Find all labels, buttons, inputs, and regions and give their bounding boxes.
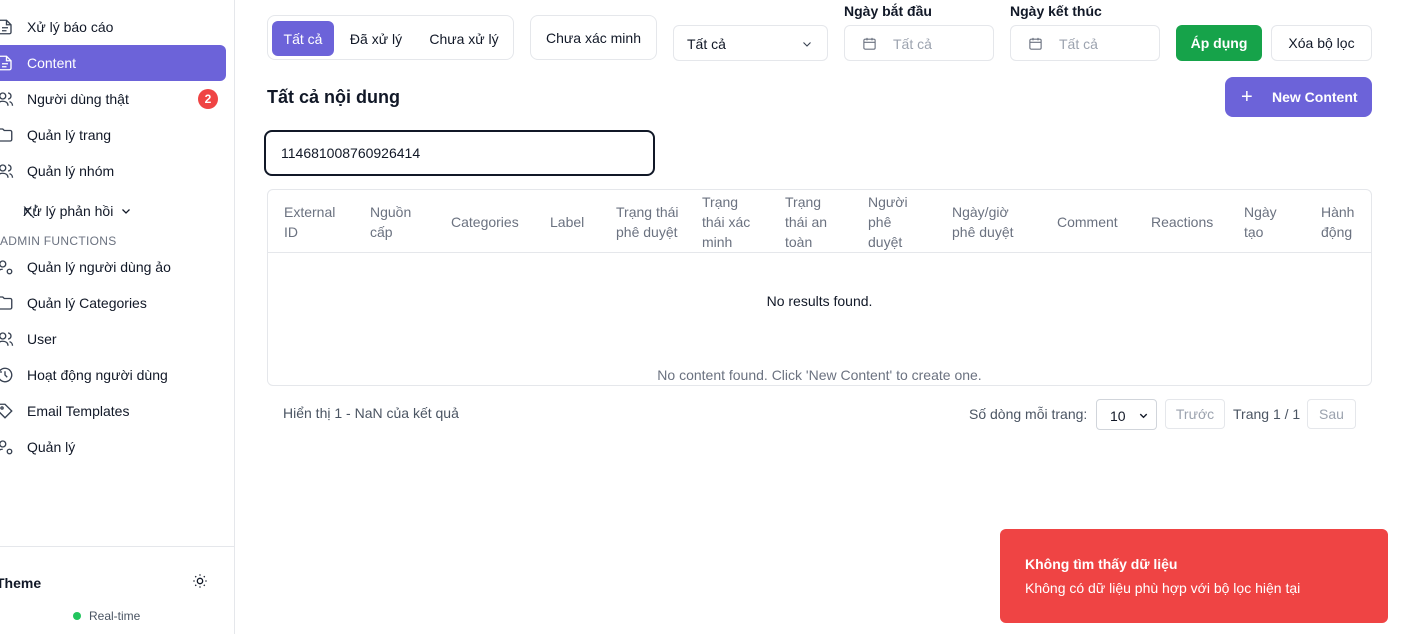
next-page-button[interactable]: Sau: [1307, 399, 1356, 429]
column-header[interactable]: Ngày/giờ phê duyệt: [952, 190, 1032, 253]
column-header[interactable]: Ngày tạo: [1244, 190, 1284, 253]
chevron-down-icon: [1139, 413, 1148, 419]
category-select[interactable]: Tất cả: [673, 25, 828, 61]
sidebar-item-label: User: [27, 331, 57, 347]
tag-icon: [0, 403, 13, 419]
users-icon: [0, 164, 14, 178]
sidebar-item-label: Content: [27, 55, 77, 71]
toast-title: Không tìm thấy dữ liệu: [1025, 556, 1178, 572]
sidebar-item-content[interactable]: Content: [0, 45, 226, 81]
rows-per-page-value: 10: [1110, 408, 1126, 424]
chevron-down-icon: [803, 42, 811, 47]
folder-icon: [0, 296, 13, 310]
sidebar-item-user-activity[interactable]: Hoạt động người dùng: [0, 357, 226, 393]
sidebar: Xử lý báo cáo Content Người dùng thật 2 …: [0, 0, 235, 634]
tab-processed[interactable]: Đã xử lý: [340, 21, 412, 56]
start-date-input[interactable]: Tất cả: [844, 25, 994, 61]
column-header[interactable]: Người phê duyệt: [868, 190, 920, 253]
theme-label: Theme: [0, 575, 42, 591]
sidebar-item-feedback[interactable]: Xử lý phản hồi: [0, 193, 226, 229]
content-table: External ID Nguồn cấp Categories Label T…: [267, 189, 1372, 386]
sidebar-item-label: Quản lý nhóm: [27, 163, 115, 179]
plus-icon: +: [1241, 86, 1253, 108]
sidebar-item-categories[interactable]: Quản lý Categories: [0, 285, 226, 321]
sidebar-item-groups[interactable]: Quản lý nhóm: [0, 153, 226, 189]
user-cog-icon: [0, 260, 13, 275]
sidebar-item-label: Xử lý báo cáo: [27, 19, 114, 35]
results-summary: Hiển thị 1 - NaN của kết quả: [283, 405, 459, 421]
column-header[interactable]: Categories: [451, 190, 526, 253]
report-icon: [0, 19, 12, 35]
sidebar-item-email-templates[interactable]: Email Templates: [0, 393, 226, 429]
sidebar-item-manage[interactable]: Quản lý: [0, 429, 226, 465]
sidebar-item-label: Email Templates: [27, 403, 130, 419]
sidebar-item-label: Quản lý Categories: [27, 295, 147, 311]
select-value: Tất cả: [687, 36, 726, 52]
end-date-placeholder: Tất cả: [1059, 36, 1098, 52]
realtime-label: Real-time: [89, 609, 141, 623]
folder-icon: [0, 128, 13, 142]
start-date-label: Ngày bắt đầu: [844, 3, 932, 19]
error-toast[interactable]: Không tìm thấy dữ liệu Không có dữ liệu …: [1000, 529, 1388, 623]
column-header[interactable]: Trạng thái an toàn: [785, 190, 845, 253]
chevron-down-icon[interactable]: [120, 205, 132, 217]
user-cog-icon: [0, 440, 13, 455]
sidebar-footer: Theme Real-time: [0, 546, 235, 634]
column-header[interactable]: Trạng thái phê duyệt: [616, 190, 682, 253]
sidebar-item-label: Hoạt động người dùng: [27, 367, 168, 383]
rows-per-page-select[interactable]: 10: [1096, 399, 1157, 430]
clear-filters-button[interactable]: Xóa bộ lọc: [1271, 25, 1372, 61]
section-label: ADMIN FUNCTIONS: [0, 234, 117, 248]
sidebar-item-label: Người dùng thật: [27, 91, 129, 107]
page-indicator: Trang 1 / 1: [1233, 406, 1301, 422]
tab-all[interactable]: Tất cả: [272, 21, 334, 56]
unverified-filter-button[interactable]: Chưa xác minh: [530, 15, 657, 60]
apply-button[interactable]: Áp dụng: [1176, 25, 1262, 61]
sidebar-item-real-users[interactable]: Người dùng thật 2: [0, 81, 226, 117]
sun-icon[interactable]: [192, 573, 208, 589]
sidebar-item-label: Xử lý phản hồi: [23, 203, 114, 219]
column-header[interactable]: Comment: [1057, 190, 1127, 253]
realtime-status-dot: [73, 612, 81, 620]
page-title: Tất cả nội dung: [267, 87, 400, 107]
document-icon: [0, 55, 12, 71]
rows-per-page-label: Số dòng mỗi trang:: [969, 406, 1088, 422]
search-input[interactable]: [264, 130, 655, 176]
sidebar-item-user[interactable]: User: [0, 321, 226, 357]
calendar-icon: [863, 37, 876, 50]
column-header[interactable]: External ID: [284, 190, 344, 253]
sidebar-item-label: Quản lý trang: [27, 127, 112, 143]
new-content-label: New Content: [1272, 89, 1358, 105]
column-header[interactable]: Reactions: [1151, 190, 1221, 253]
new-content-button[interactable]: + New Content: [1225, 77, 1372, 117]
notification-badge: 2: [198, 89, 218, 109]
sidebar-item-virtual-users[interactable]: Quản lý người dùng ảo: [0, 249, 226, 285]
history-icon: [0, 367, 13, 383]
end-date-input[interactable]: Tất cả: [1010, 25, 1160, 61]
calendar-icon: [1029, 37, 1042, 50]
empty-state-text: No results found.: [766, 293, 873, 309]
end-date-label: Ngày kết thúc: [1010, 3, 1102, 19]
status-filter-tabs: Tất cả Đã xử lý Chưa xử lý: [267, 15, 514, 60]
column-header[interactable]: Nguồn cấp: [370, 190, 425, 253]
table-header: External ID Nguồn cấp Categories Label T…: [268, 190, 1371, 253]
sidebar-item-pages[interactable]: Quản lý trang: [0, 117, 226, 153]
column-header[interactable]: Hành động: [1321, 190, 1361, 253]
users-icon: [0, 332, 14, 346]
users-icon: [0, 92, 14, 106]
sidebar-item-label: Quản lý người dùng ảo: [27, 259, 171, 275]
table-caption: No content found. Click 'New Content' to…: [657, 367, 982, 383]
column-header[interactable]: Label: [550, 190, 595, 253]
column-header[interactable]: Trạng thái xác minh: [702, 190, 764, 253]
toast-description: Không có dữ liệu phù hợp với bộ lọc hiện…: [1025, 580, 1301, 596]
previous-page-button[interactable]: Trước: [1165, 399, 1225, 429]
sidebar-item-reports[interactable]: Xử lý báo cáo: [0, 9, 226, 45]
start-date-placeholder: Tất cả: [893, 36, 932, 52]
sidebar-item-label: Quản lý: [27, 439, 76, 455]
tab-unprocessed[interactable]: Chưa xử lý: [420, 21, 508, 56]
